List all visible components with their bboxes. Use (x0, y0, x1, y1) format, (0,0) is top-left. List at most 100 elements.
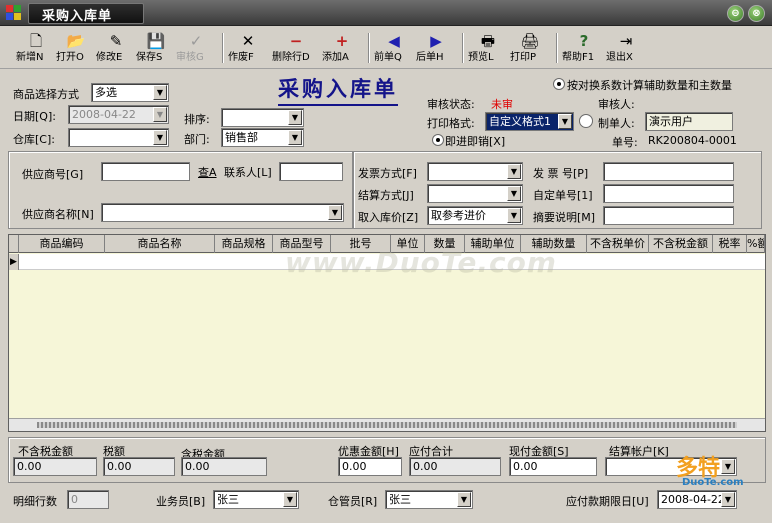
print-icon: 🖨 (520, 32, 540, 50)
clerk-dropdown[interactable]: 张三 ▼ (213, 490, 299, 509)
payable-field: 0.00 (409, 457, 501, 476)
exit-button[interactable]: ⇥ 退出X (606, 27, 646, 69)
chevron-down-icon: ▼ (288, 110, 302, 125)
horizontal-scrollbar[interactable] (9, 418, 765, 431)
chevron-down-icon: ▼ (153, 107, 167, 122)
minimize-button[interactable]: ⊖ (727, 5, 744, 22)
edit-icon: ✎ (109, 32, 123, 50)
col-header[interactable]: 商品名称 (105, 235, 215, 253)
watermark: www.DuoTe.com (285, 246, 557, 279)
due-date-label: 应付款期限日[U] (566, 495, 649, 508)
audit-status-label: 审核状态: (427, 98, 475, 111)
print-cancel-label: 即进即销[X] (445, 135, 506, 148)
product-select-label: 商品选择方式 (13, 88, 79, 101)
close-button[interactable]: ⊗ (748, 5, 765, 22)
prev-icon: ◀ (388, 32, 400, 50)
date-field[interactable]: 2008-04-22 ▼ (68, 105, 169, 124)
scrollbar-thumb[interactable] (37, 422, 737, 428)
maker-label: 制单人: (598, 117, 635, 130)
delete-row-icon: − (289, 32, 303, 50)
edit-button[interactable]: ✎ 修改E (96, 27, 136, 69)
contact-label: 联系人[L] (224, 166, 272, 179)
rows-label: 明细行数 (13, 495, 57, 508)
invoice-no-label: 发 票 号[P] (533, 167, 589, 180)
print-button[interactable]: 🖨 打印P (510, 27, 550, 69)
audit-button[interactable]: ✓ 审核G (176, 27, 216, 69)
col-header[interactable]: 不含税金额 (649, 235, 713, 253)
col-header[interactable]: %额 (747, 235, 765, 253)
keeper-dropdown[interactable]: 张三 ▼ (385, 490, 473, 509)
invoice-no-field[interactable] (603, 162, 734, 181)
discount-field[interactable]: 0.00 (338, 457, 402, 476)
title-bar: 采购入库单 ⊖ ⊗ (0, 0, 772, 26)
chevron-down-icon: ▼ (288, 130, 302, 145)
cash-field[interactable]: 0.00 (509, 457, 597, 476)
chevron-down-icon: ▼ (721, 492, 735, 507)
print-format-dropdown[interactable]: 自定义格式1 ▼ (485, 112, 574, 131)
taxed-field: 0.00 (181, 457, 267, 476)
summary-field[interactable] (603, 206, 734, 225)
col-header[interactable]: 商品编码 (19, 235, 105, 253)
sort-dropdown[interactable]: ▼ (221, 108, 304, 127)
next-button[interactable]: ▶ 后单H (416, 27, 456, 69)
lookup-link[interactable]: 查A (198, 164, 217, 180)
new-button[interactable]: 🗋 新增N (16, 27, 56, 69)
stock-price-dropdown[interactable]: 取参考进价 ▼ (427, 206, 523, 225)
date-label: 日期[Q]: (13, 110, 56, 123)
invoice-method-dropdown[interactable]: ▼ (427, 162, 523, 181)
preview-icon: 🖶 (480, 32, 496, 50)
maker-field[interactable]: 演示用户 (645, 112, 733, 131)
chevron-down-icon: ▼ (457, 492, 471, 507)
open-icon: 📂 (66, 32, 86, 50)
help-button[interactable]: ? 帮助F1 (562, 27, 606, 69)
brand-site-text: DuoTe.com (682, 477, 744, 488)
save-button[interactable]: 💾 保存S (136, 27, 176, 69)
toolbar: 🗋 新增N 📂 打开O ✎ 修改E 💾 保存S ✓ 审核G ✕ 作废F − 删除行D + 添加A… (0, 27, 772, 69)
sort-label: 排序: (184, 113, 210, 126)
void-button[interactable]: ✕ 作废F (228, 27, 268, 69)
col-header[interactable]: 商品规格 (215, 235, 273, 253)
prev-button[interactable]: ◀ 前单Q (374, 27, 414, 69)
warehouse-label: 仓库[C]: (13, 133, 55, 146)
help-icon: ? (579, 32, 589, 50)
doc-no-value: RK200804-0001 (648, 134, 737, 147)
toolbar-separator (222, 33, 224, 63)
chevron-down-icon: ▼ (153, 130, 167, 145)
toolbar-separator (462, 33, 464, 63)
supplier-no-field[interactable] (101, 162, 190, 181)
rows-field: 0 (67, 490, 109, 509)
col-header[interactable]: 不含税单价 (587, 235, 649, 253)
dept-dropdown[interactable]: 销售部 ▼ (221, 128, 304, 147)
invoice-method-label: 发票方式[F] (358, 167, 417, 180)
convert-checkbox[interactable] (553, 78, 565, 90)
warehouse-dropdown[interactable]: ▼ (68, 128, 169, 147)
audit-icon: ✓ (189, 32, 203, 50)
settle-method-dropdown[interactable]: ▼ (427, 184, 523, 203)
print-option-radio[interactable] (579, 114, 593, 128)
stock-price-label: 取入库价[Z] (358, 211, 419, 224)
new-doc-icon: 🗋 (29, 32, 43, 50)
delete-row-button[interactable]: − 删除行D (272, 27, 320, 69)
chevron-down-icon: ▼ (153, 85, 167, 100)
supplier-name-dropdown[interactable]: ▼ (101, 203, 344, 222)
tax-field: 0.00 (103, 457, 175, 476)
open-button[interactable]: 📂 打开O (56, 27, 96, 69)
clerk-label: 业务员[B] (156, 495, 206, 508)
chevron-down-icon: ▼ (283, 492, 297, 507)
exit-icon: ⇥ (619, 32, 633, 50)
col-header[interactable]: 税率 (713, 235, 747, 253)
void-icon: ✕ (241, 32, 255, 50)
toolbar-separator (368, 33, 370, 63)
due-date-field[interactable]: 2008-04-22 ▼ (657, 490, 737, 509)
preview-button[interactable]: 🖶 预览L (468, 27, 508, 69)
add-button[interactable]: + 添加A (322, 27, 362, 69)
product-select-dropdown[interactable]: 多选 ▼ (91, 83, 169, 102)
custom-no-field[interactable] (603, 184, 734, 203)
window-title: 采购入库单 (42, 9, 113, 24)
chevron-down-icon: ▼ (507, 164, 521, 179)
custom-no-label: 自定单号[1] (533, 189, 593, 202)
contact-field[interactable] (279, 162, 343, 181)
print-cancel-radio[interactable] (432, 134, 444, 146)
untaxed-field: 0.00 (13, 457, 97, 476)
summary-label: 摘要说明[M] (533, 211, 596, 224)
